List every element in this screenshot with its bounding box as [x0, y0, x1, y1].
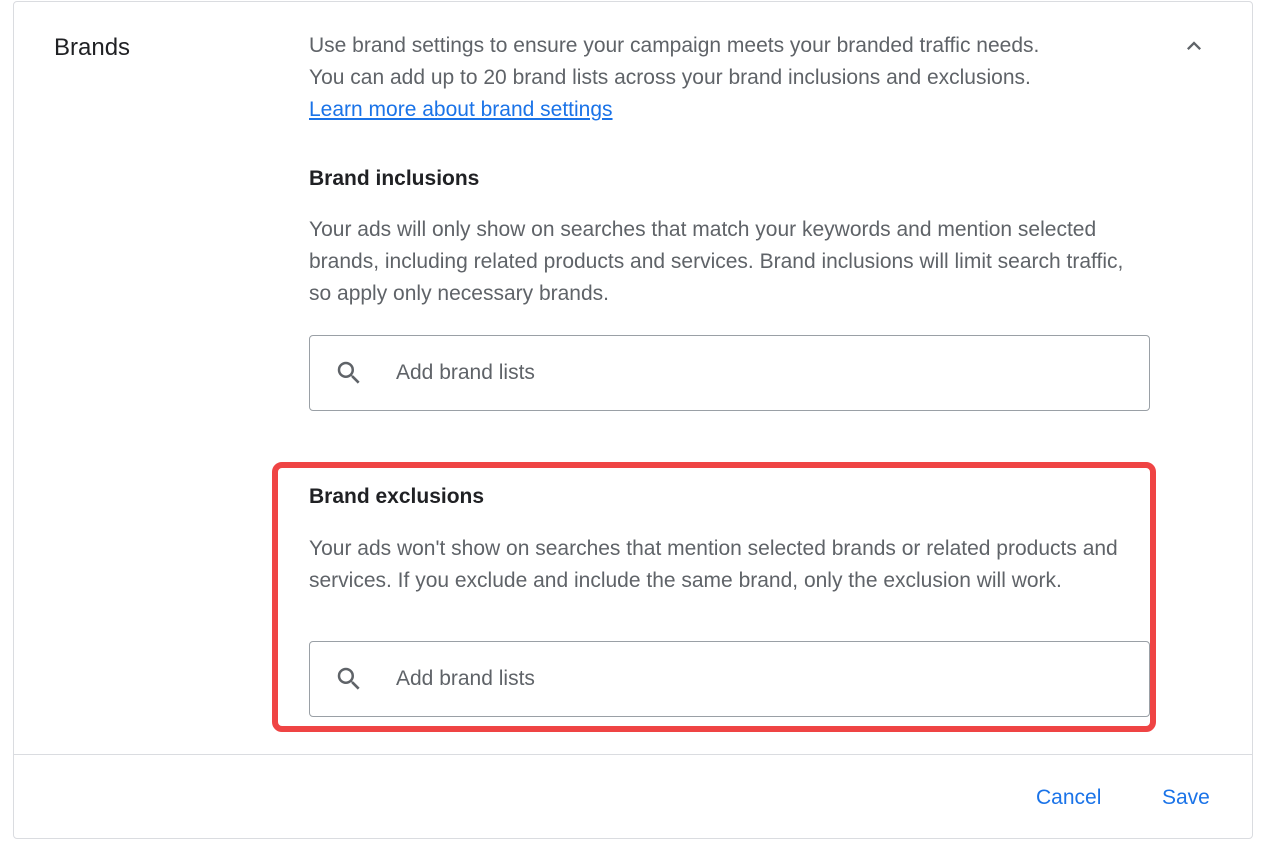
footer-divider — [14, 754, 1252, 755]
brand-exclusions-description: Your ads won't show on searches that men… — [309, 537, 1118, 592]
collapse-button[interactable] — [1176, 30, 1212, 66]
search-icon — [334, 664, 364, 694]
brand-inclusions-description: Your ads will only show on searches that… — [309, 218, 1124, 305]
brand-inclusions-input[interactable] — [394, 360, 1094, 386]
brand-inclusions-search[interactable] — [309, 335, 1150, 411]
search-icon — [334, 358, 364, 388]
section-title: Brands — [54, 34, 131, 61]
save-button[interactable]: Save — [1162, 782, 1210, 814]
brand-exclusions-input[interactable] — [394, 666, 1094, 692]
brand-inclusions-title: Brand inclusions — [309, 167, 480, 190]
brand-exclusions-title: Brand exclusions — [309, 485, 485, 508]
cancel-button[interactable]: Cancel — [1036, 782, 1101, 814]
brands-settings-card: Brands Use brand settings to ensure your… — [13, 1, 1253, 839]
learn-more-link[interactable]: Learn more about brand settings — [309, 98, 613, 121]
chevron-up-icon — [1180, 32, 1208, 65]
brand-exclusions-search[interactable] — [309, 641, 1150, 717]
intro-line-2: You can add up to 20 brand lists across … — [309, 66, 1031, 89]
intro-text: Use brand settings to ensure your campai… — [309, 30, 1139, 126]
intro-line-1: Use brand settings to ensure your campai… — [309, 34, 1040, 57]
